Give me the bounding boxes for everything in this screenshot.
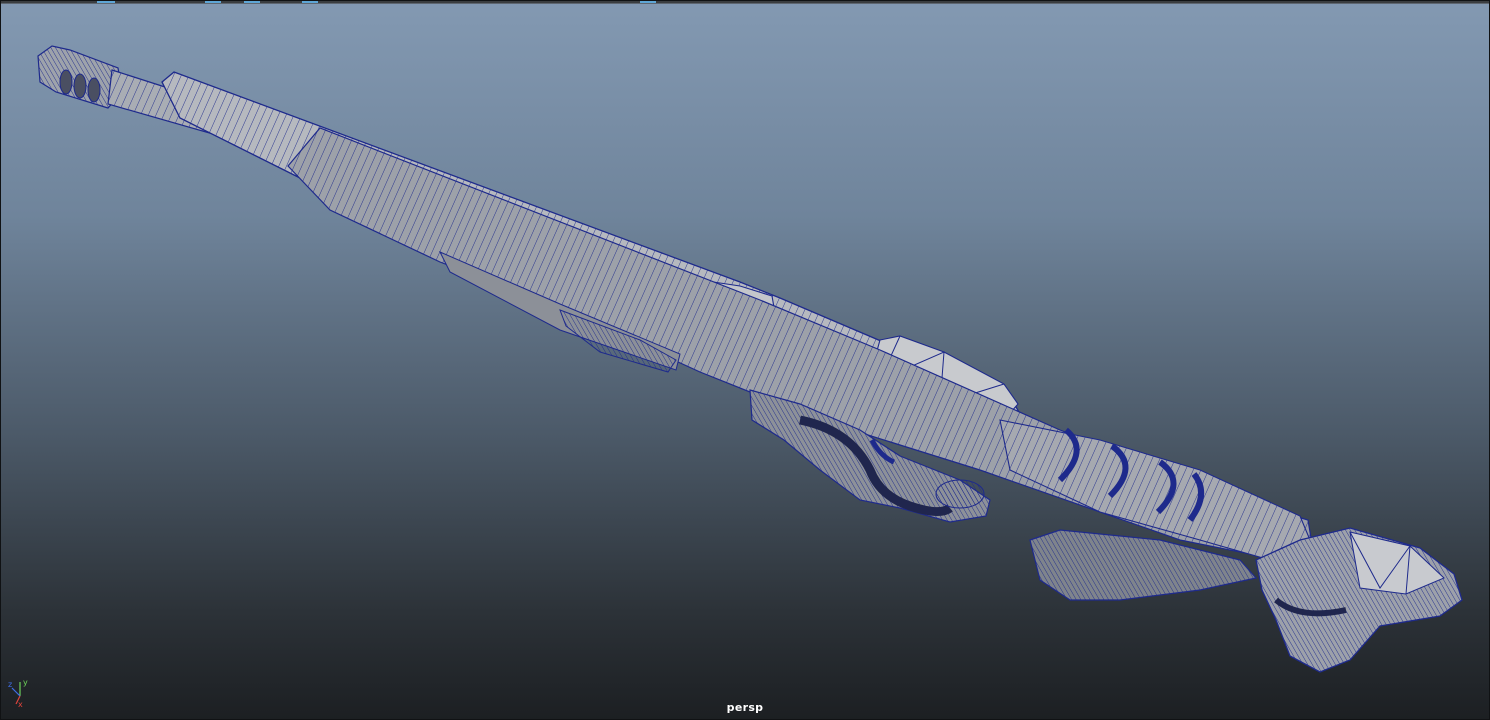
axis-z-label: z	[8, 680, 12, 689]
axis-y-label: y	[23, 678, 28, 687]
buttstock	[1255, 527, 1463, 673]
rifle-mesh-icon[interactable]	[0, 0, 1490, 720]
camera-name-label: persp	[726, 701, 764, 714]
perspective-viewport[interactable]: y z x persp	[0, 0, 1490, 720]
